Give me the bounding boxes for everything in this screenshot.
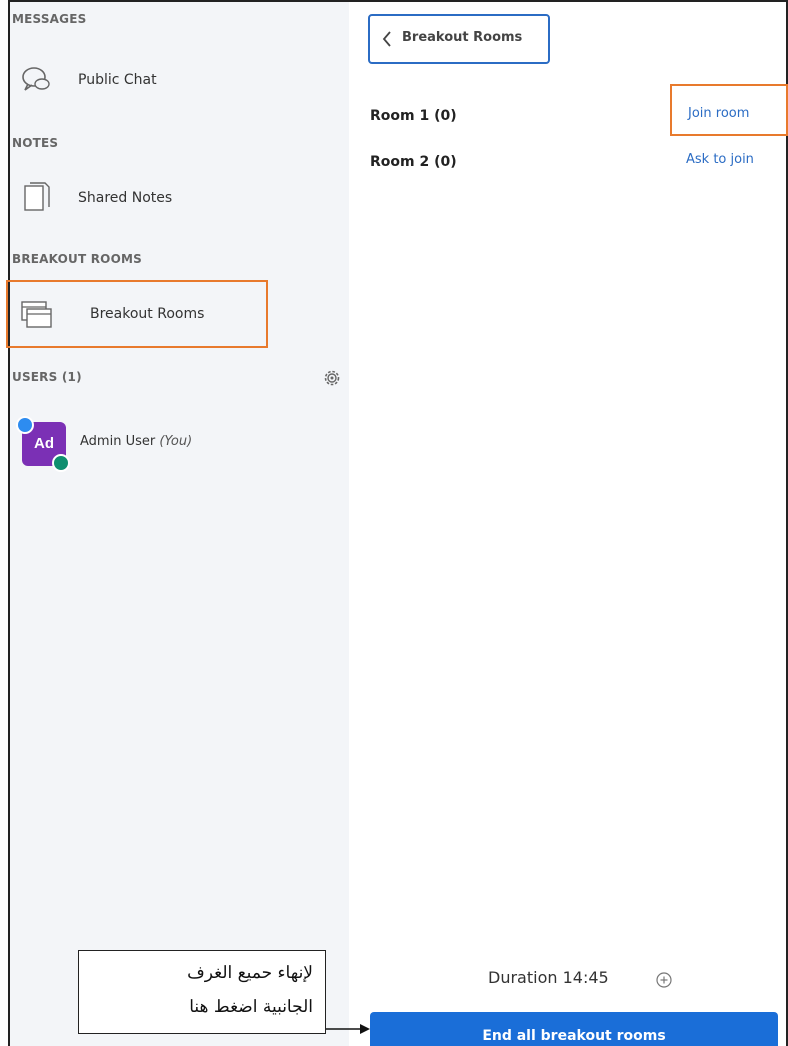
duration-text: Duration 14:45 (488, 968, 609, 987)
notes-icon (24, 182, 50, 211)
room-name: Room 1 (0) (370, 108, 457, 124)
annotation-callout: لإنهاء حميع الغرف الجانبية اضغط هنا (78, 950, 326, 1034)
sidebar: MESSAGES Public Chat NOTES Shared Notes … (6, 2, 349, 1046)
chevron-left-icon (382, 31, 391, 47)
breakout-highlight-box (6, 280, 268, 348)
ask-to-join-link[interactable]: Ask to join (686, 152, 754, 167)
gear-icon[interactable] (322, 368, 342, 388)
chat-icon (22, 67, 50, 91)
avatar[interactable]: Ad (16, 416, 70, 472)
breakout-section-title: BREAKOUT ROOMS (12, 252, 142, 266)
annotation-line-2: الجانبية اضغط هنا (189, 997, 313, 1017)
public-chat-label: Public Chat (78, 72, 157, 88)
back-button[interactable]: Breakout Rooms (368, 14, 550, 64)
room-name: Room 2 (0) (370, 154, 457, 170)
users-section-title: USERS (1) (12, 370, 82, 384)
audio-badge (52, 454, 70, 472)
sidebar-item-shared-notes[interactable]: Shared Notes (10, 170, 349, 226)
back-button-label: Breakout Rooms (402, 30, 523, 45)
arrow-icon (326, 1024, 370, 1034)
shared-notes-label: Shared Notes (78, 190, 173, 206)
user-name-text: Admin User (80, 434, 156, 449)
notes-section-title: NOTES (12, 136, 59, 150)
join-room-highlight-box (670, 84, 788, 136)
plus-circle-icon[interactable] (655, 971, 673, 989)
annotation-line-1: لإنهاء حميع الغرف (187, 963, 313, 983)
messages-section-title: MESSAGES (12, 12, 87, 26)
user-name[interactable]: Admin User (You) (80, 434, 192, 449)
moderator-badge (16, 416, 34, 434)
end-all-breakout-rooms-button[interactable]: End all breakout rooms (370, 1012, 778, 1046)
sidebar-item-public-chat[interactable]: Public Chat (10, 52, 349, 108)
breakout-panel: Breakout Rooms Room 1 (0) Join room Room… (350, 2, 788, 1046)
you-tag: (You) (159, 434, 193, 449)
